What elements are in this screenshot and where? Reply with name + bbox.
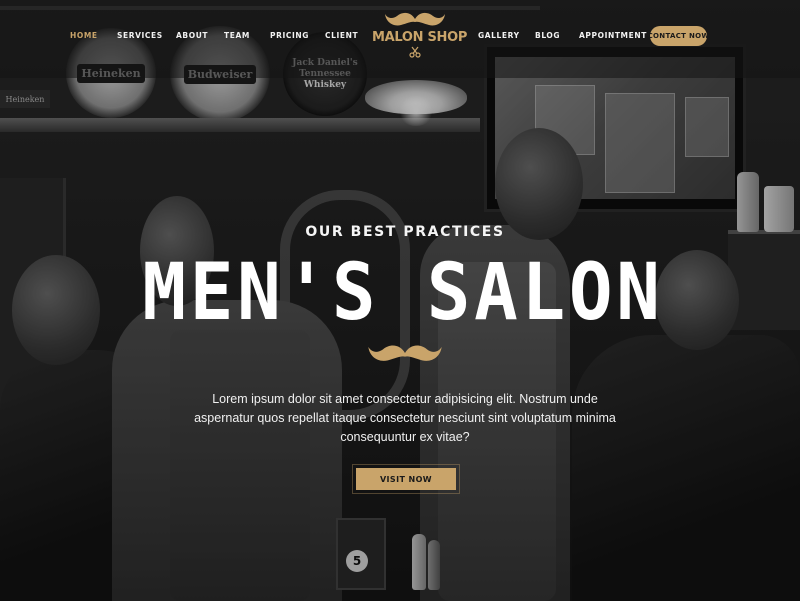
nav-item-blog[interactable]: BLOG xyxy=(535,31,560,40)
mustache-icon xyxy=(368,345,442,361)
logo-text: MALON SHOP xyxy=(372,30,468,45)
nav-item-home[interactable]: HOME xyxy=(70,31,98,40)
nav-item-appointment[interactable]: APPOINTMENT xyxy=(579,31,647,40)
hero-title: MEN'S SALON xyxy=(142,248,664,338)
nav-item-pricing[interactable]: PRICING xyxy=(270,31,309,40)
contact-now-button[interactable]: CONTACT NOW xyxy=(648,26,709,46)
hero-description: Lorem ipsum dolor sit amet consectetur a… xyxy=(194,392,616,444)
site-logo[interactable]: MALON SHOP xyxy=(372,10,468,60)
nav-item-team[interactable]: TEAM xyxy=(224,31,250,40)
nav-item-services[interactable]: SERVICES xyxy=(117,31,163,40)
nav-item-client[interactable]: CLIENT xyxy=(325,31,358,40)
nav-item-gallery[interactable]: GALLERY xyxy=(478,31,520,40)
nav-item-about[interactable]: ABOUT xyxy=(176,31,208,40)
visit-now-button[interactable]: VISIT NOW xyxy=(356,468,456,490)
hero-kicker: OUR BEST PRACTICES xyxy=(305,224,505,240)
main-navigation: HOME SERVICES ABOUT TEAM PRICING CLIENT … xyxy=(0,0,800,78)
mustache-icon xyxy=(385,12,445,26)
scissors-icon xyxy=(409,46,421,58)
